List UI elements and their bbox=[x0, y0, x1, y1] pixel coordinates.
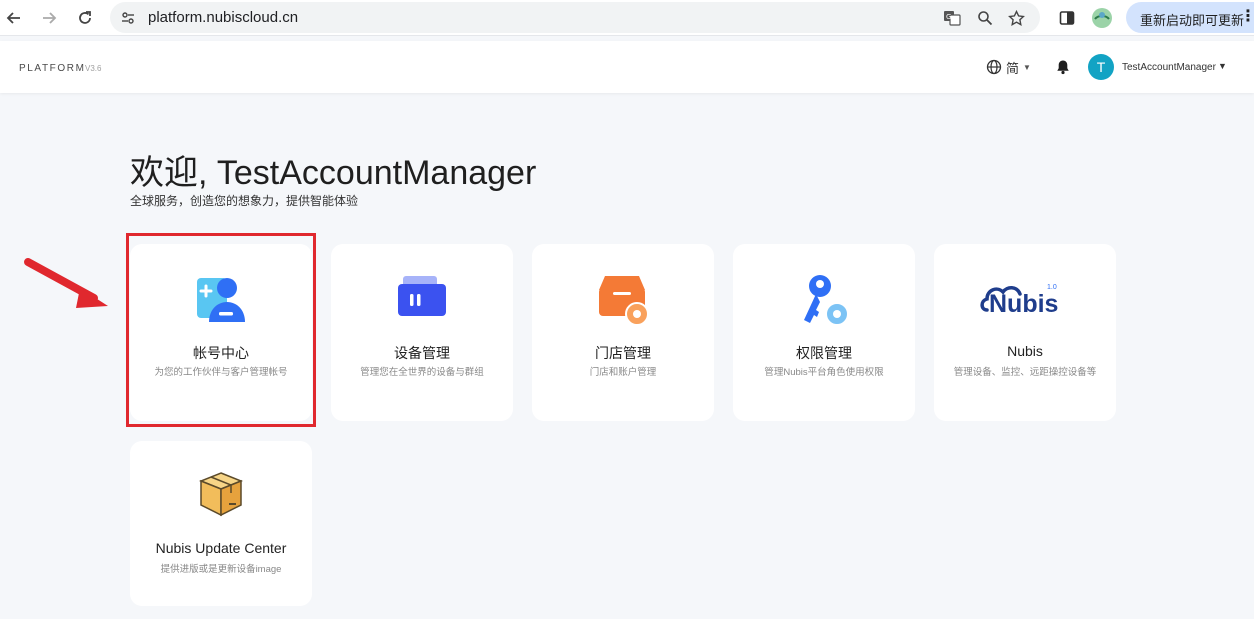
card-title: Nubis bbox=[1007, 343, 1043, 359]
card-title: Nubis Update Center bbox=[155, 540, 287, 556]
card-nubis[interactable]: Nubis 1.0 Nubis 管理设备、监控、远距操控设备等 bbox=[934, 244, 1116, 421]
more-menu-icon[interactable]: ⋮ bbox=[1240, 6, 1254, 26]
nubis-logo-icon: Nubis 1.0 bbox=[979, 276, 1073, 320]
language-label: 简 bbox=[1006, 60, 1020, 76]
bookmark-star-icon[interactable] bbox=[1006, 8, 1026, 28]
card-store-management[interactable]: 门店管理 门店和账户管理 bbox=[532, 244, 714, 421]
card-title: 门店管理 bbox=[595, 345, 651, 361]
svg-text:G: G bbox=[946, 13, 951, 21]
card-description: 门店和账户管理 bbox=[589, 367, 657, 378]
language-switcher[interactable]: 简 ▼ bbox=[986, 58, 1031, 76]
user-menu-chevron-icon[interactable]: ▼ bbox=[1218, 61, 1227, 71]
pointer-arrow-icon bbox=[24, 258, 108, 308]
card-description: 管理设备、监控、远距操控设备等 bbox=[953, 367, 1097, 378]
card-description: 管理您在全世界的设备与群组 bbox=[360, 367, 484, 378]
address-bar[interactable]: platform.nubiscloud.cn G bbox=[110, 2, 1040, 33]
globe-icon bbox=[986, 59, 1002, 75]
zoom-icon[interactable] bbox=[975, 8, 995, 28]
store-management-icon bbox=[599, 276, 649, 326]
side-panel-icon[interactable] bbox=[1056, 7, 1078, 29]
nubis-logo-text: Nubis bbox=[989, 290, 1059, 318]
card-description: 管理Nubis平台角色使用权限 bbox=[764, 367, 884, 378]
app-header: PLATFORM V3.6 简 ▼ T TestAccountManager ▼ bbox=[0, 41, 1254, 93]
device-management-icon bbox=[398, 276, 446, 316]
bell-icon[interactable] bbox=[1055, 59, 1071, 75]
page-title: 欢迎, TestAccountManager bbox=[130, 154, 537, 192]
card-description: 提供进版或是更新设备image bbox=[160, 564, 282, 575]
browser-toolbar: platform.nubiscloud.cn G 重新启动即可更新 ⋮ bbox=[0, 0, 1254, 36]
card-permission-management[interactable]: 权限管理 管理Nubis平台角色使用权限 bbox=[733, 244, 915, 421]
site-settings-icon[interactable] bbox=[118, 8, 138, 28]
nubis-logo-version: 1.0 bbox=[1047, 284, 1057, 291]
card-nubis-update-center[interactable]: Nubis Update Center 提供进版或是更新设备image bbox=[130, 441, 312, 606]
reload-icon[interactable] bbox=[74, 7, 96, 29]
back-icon[interactable] bbox=[3, 7, 25, 29]
package-box-icon bbox=[198, 472, 244, 517]
highlight-box bbox=[126, 233, 316, 427]
profile-icon[interactable] bbox=[1091, 7, 1113, 29]
brand-name[interactable]: PLATFORM bbox=[19, 63, 86, 74]
card-title: 设备管理 bbox=[394, 345, 450, 361]
page-subtitle: 全球服务，创造您的想象力，提供智能体验 bbox=[130, 194, 359, 208]
update-label: 重新启动即可更新 bbox=[1140, 13, 1245, 28]
forward-icon[interactable] bbox=[38, 7, 60, 29]
permission-key-icon bbox=[804, 275, 849, 326]
version-label: V3.6 bbox=[85, 64, 102, 73]
update-button[interactable]: 重新启动即可更新 bbox=[1126, 2, 1254, 33]
card-device-management[interactable]: 设备管理 管理您在全世界的设备与群组 bbox=[331, 244, 513, 421]
card-title: 权限管理 bbox=[796, 345, 852, 361]
url-text[interactable]: platform.nubiscloud.cn bbox=[148, 9, 298, 26]
avatar[interactable]: T bbox=[1088, 54, 1114, 80]
username-label[interactable]: TestAccountManager bbox=[1122, 62, 1216, 73]
chevron-down-icon: ▼ bbox=[1023, 62, 1031, 72]
translate-icon[interactable]: G bbox=[942, 8, 962, 28]
